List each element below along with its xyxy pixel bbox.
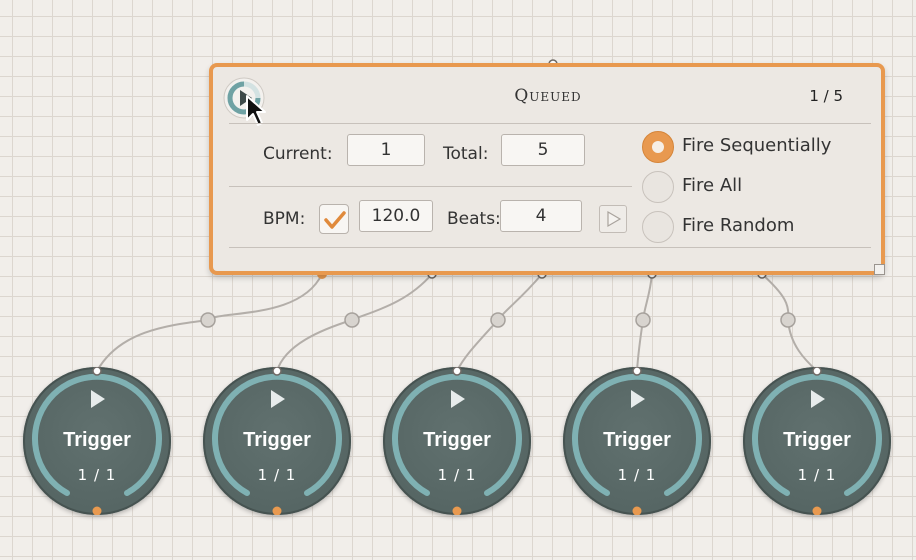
play-triangle-icon [607, 210, 622, 228]
trigger-node-1[interactable]: Trigger 1 / 1 [23, 367, 171, 515]
play-triangle-icon[interactable] [450, 389, 466, 409]
checkmark-icon [324, 211, 346, 229]
trigger-count: 1 / 1 [617, 466, 657, 484]
wire-5 [761, 273, 818, 372]
wire-joint[interactable] [200, 312, 216, 328]
trigger-label: Trigger [423, 429, 491, 451]
play-triangle-icon[interactable] [630, 389, 646, 409]
trigger-count: 1 / 1 [257, 466, 297, 484]
beat-play-button[interactable] [599, 205, 627, 233]
wire-joint[interactable] [780, 312, 796, 328]
total-label: Total: [443, 144, 489, 164]
wire-4 [636, 273, 653, 372]
total-input[interactable]: 5 [501, 134, 585, 166]
queue-counter: 1 / 5 [809, 87, 843, 105]
radio-button[interactable] [642, 211, 674, 243]
wire-joint[interactable] [490, 312, 506, 328]
bpm-input[interactable]: 120.0 [359, 200, 433, 232]
trigger-count: 1 / 1 [437, 466, 477, 484]
trigger-count: 1 / 1 [77, 466, 117, 484]
beats-input[interactable]: 4 [500, 200, 582, 232]
trigger-label: Trigger [243, 429, 311, 451]
current-input[interactable]: 1 [347, 134, 425, 166]
radio-button[interactable] [642, 171, 674, 203]
mode-label: Fire Random [682, 215, 795, 236]
bpm-label: BPM: [263, 209, 306, 229]
play-triangle-icon[interactable] [90, 389, 106, 409]
trigger-node-4[interactable]: Trigger 1 / 1 [563, 367, 711, 515]
queued-panel[interactable]: Queued 1 / 5 Current: 1 Total: 5 BPM: 12… [209, 63, 885, 275]
trigger-label: Trigger [603, 429, 671, 451]
wire-joint[interactable] [635, 312, 651, 328]
panel-title: Queued [514, 86, 582, 106]
divider [229, 123, 871, 124]
play-triangle-icon[interactable] [270, 389, 286, 409]
wire-1 [96, 273, 323, 372]
beats-label: Beats: [447, 209, 501, 229]
trigger-node-2[interactable]: Trigger 1 / 1 [203, 367, 351, 515]
resize-handle[interactable] [874, 264, 885, 275]
mode-label: Fire Sequentially [682, 135, 832, 156]
wire-3 [456, 273, 543, 372]
play-triangle-icon[interactable] [810, 389, 826, 409]
trigger-label: Trigger [63, 429, 131, 451]
trigger-node-5[interactable]: Trigger 1 / 1 [743, 367, 891, 515]
divider [229, 186, 632, 187]
trigger-label: Trigger [783, 429, 851, 451]
progress-play-icon[interactable] [222, 76, 266, 126]
radio-button[interactable] [642, 131, 674, 163]
wire-joint[interactable] [344, 312, 360, 328]
current-label: Current: [263, 144, 333, 164]
wire-2 [276, 273, 433, 372]
mode-label: Fire All [682, 175, 743, 196]
divider [229, 247, 871, 248]
trigger-count: 1 / 1 [797, 466, 837, 484]
bpm-checkbox[interactable] [319, 204, 349, 234]
trigger-node-3[interactable]: Trigger 1 / 1 [383, 367, 531, 515]
